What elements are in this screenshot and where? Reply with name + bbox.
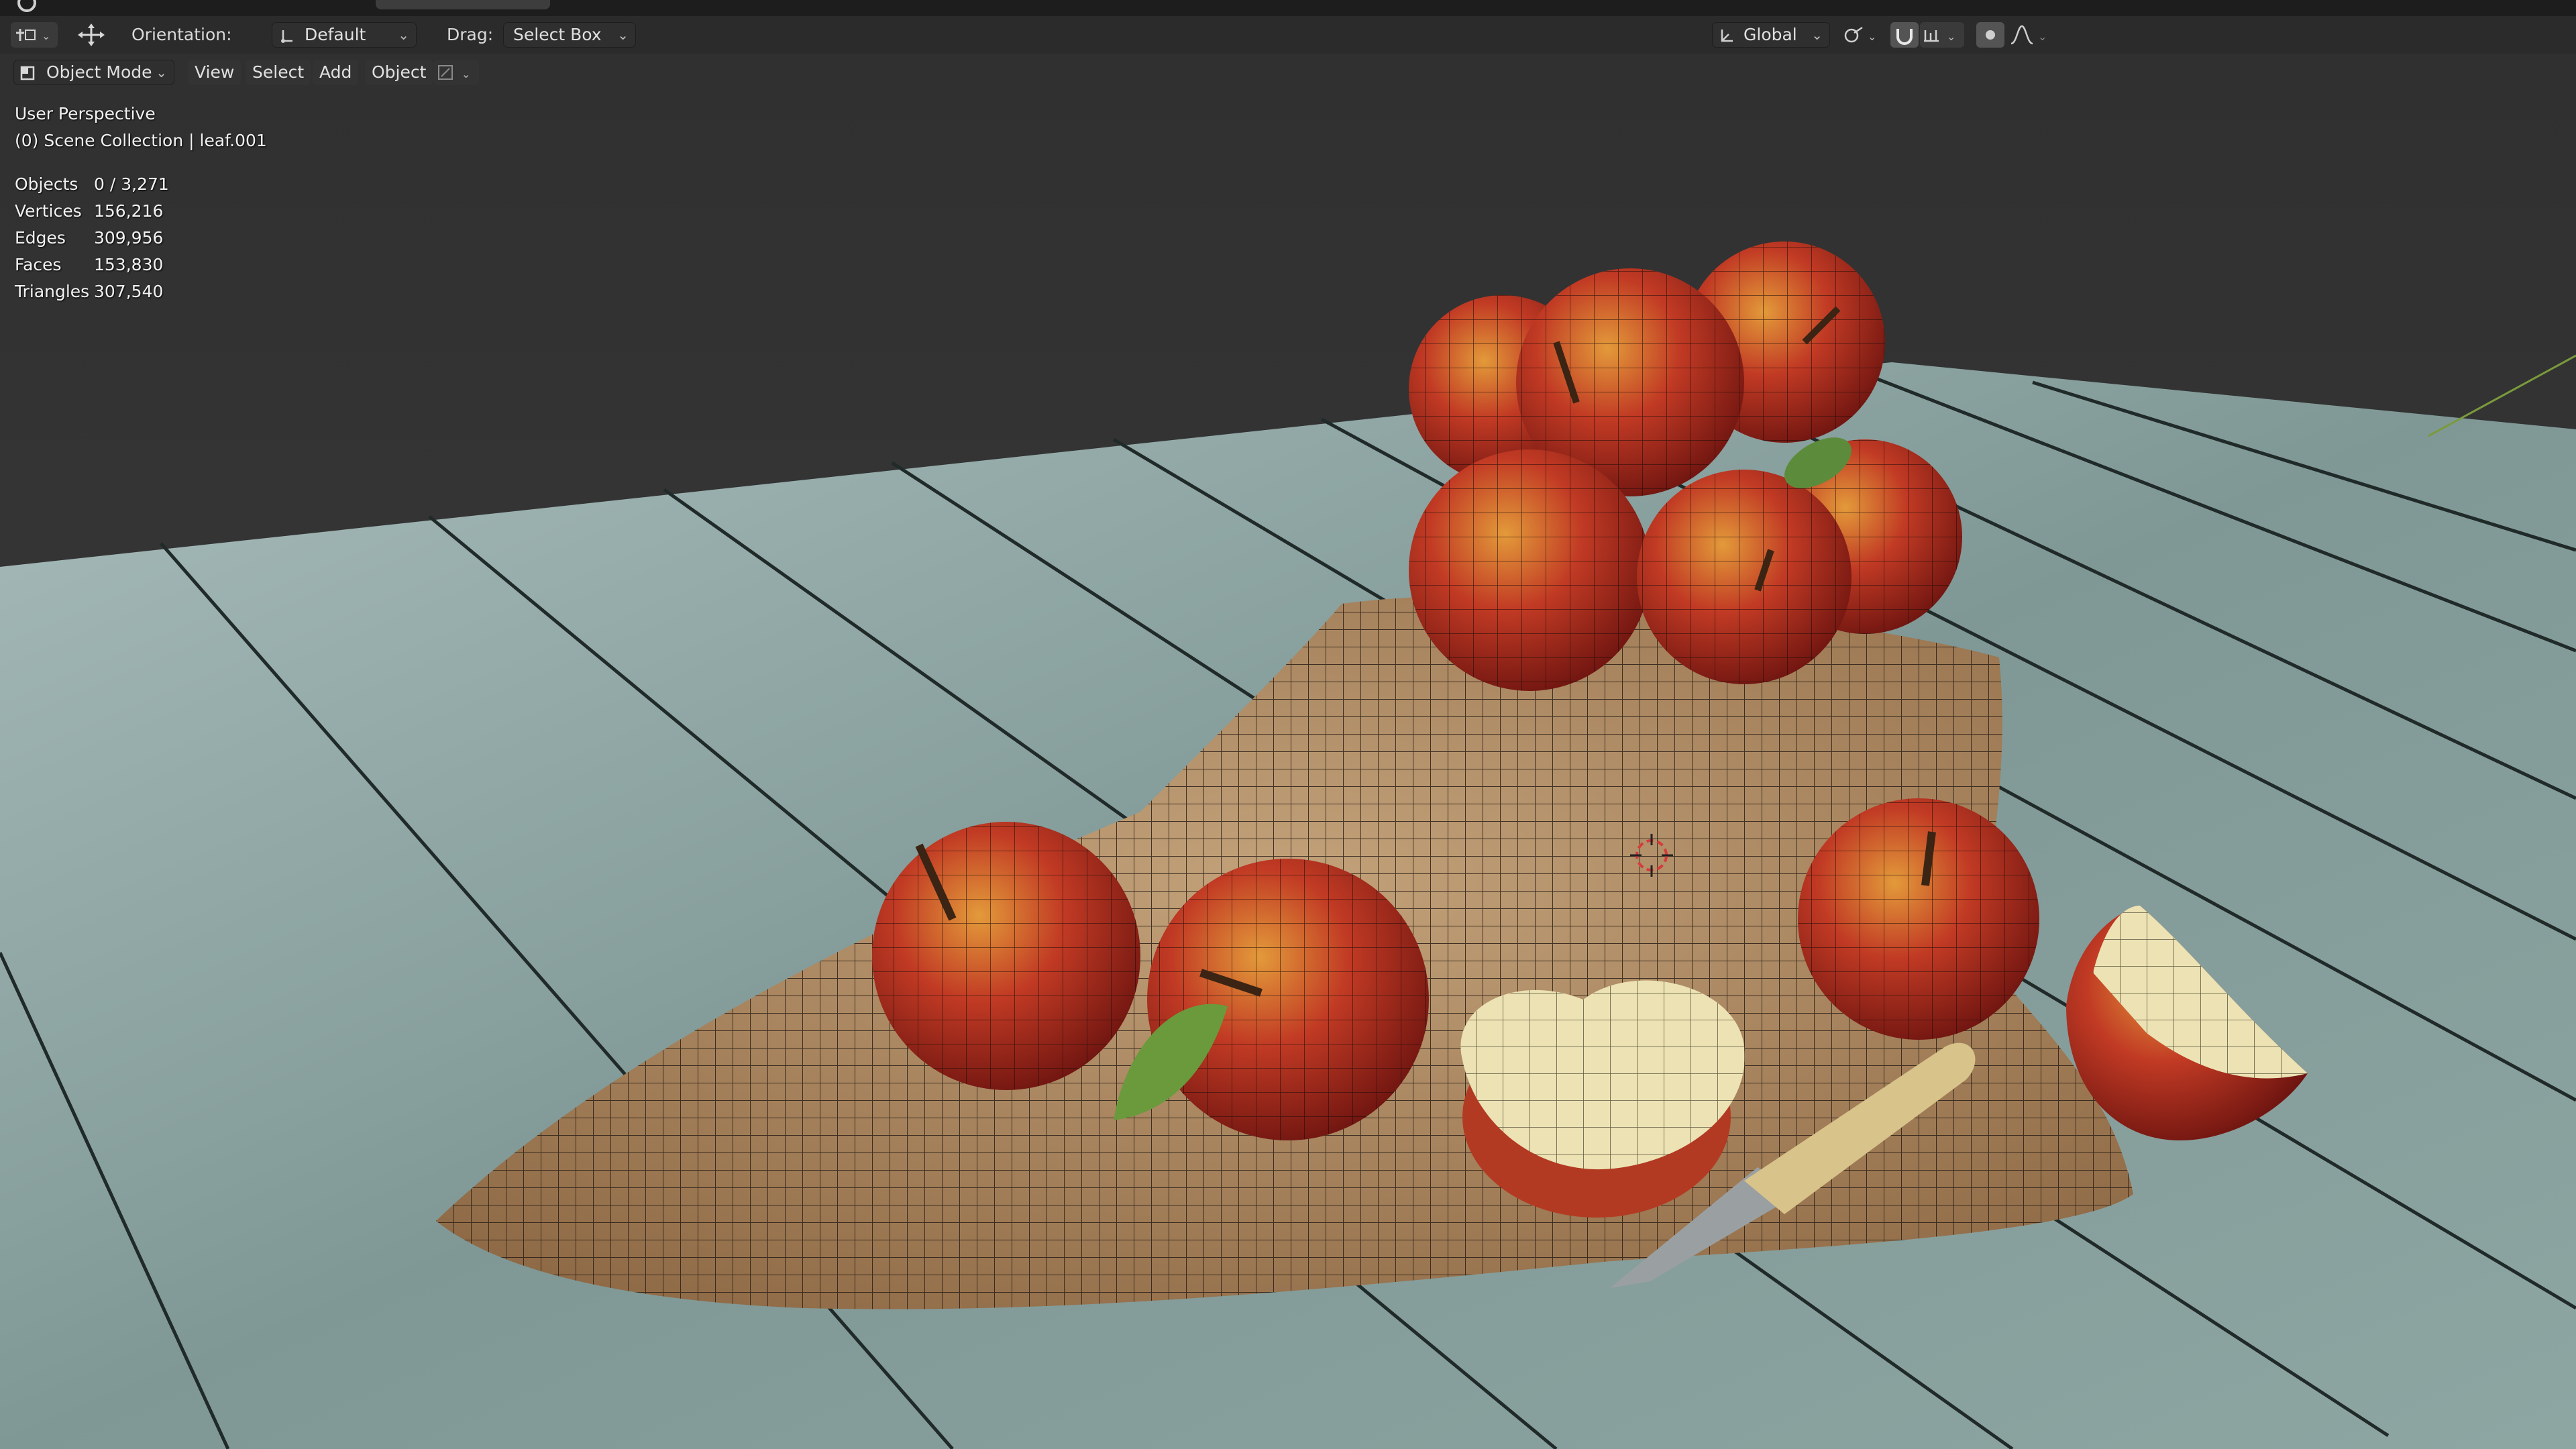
drag-label: Drag: xyxy=(447,25,494,44)
tool-settings-header: ⌄ Orientation: Default ⌄ Drag: Select Bo… xyxy=(0,16,2576,54)
stats-key: Objects xyxy=(15,174,78,194)
snap-toggle-button[interactable] xyxy=(1890,22,1919,48)
transform-space-value: Global xyxy=(1743,25,1797,44)
chevron-down-icon: ⌄ xyxy=(156,64,167,80)
stats-value: 309,956 xyxy=(94,228,164,248)
collection-label: (0) Scene Collection | leaf.001 xyxy=(15,131,267,150)
transform-tool-icon: ⌄ xyxy=(16,29,50,42)
svg-text:⌄: ⌄ xyxy=(1947,30,1955,43)
global-axes-icon xyxy=(1721,30,1733,42)
3d-viewport[interactable] xyxy=(0,54,2576,1449)
orientation-value: Default xyxy=(305,25,366,44)
orientation-icon xyxy=(281,30,292,43)
menu-add[interactable]: Add xyxy=(313,60,359,85)
visibility-icon: ⌄ xyxy=(438,65,470,80)
menu-view[interactable]: View xyxy=(188,60,241,85)
drag-value: Select Box xyxy=(513,25,602,44)
scene-render xyxy=(0,54,2576,1449)
viewport-info-overlay: User Perspective (0) Scene Collection | … xyxy=(15,101,267,154)
top-menu-bar xyxy=(0,0,2576,16)
snap-target-button[interactable]: ⌄ xyxy=(1920,22,1964,48)
falloff-button[interactable]: ⌄ xyxy=(2007,22,2054,48)
mode-value: Object Mode xyxy=(46,62,152,82)
chevron-down-icon: ⌄ xyxy=(1811,27,1823,43)
viewport-header: Object Mode ⌄ View Select Add Object ⌄ xyxy=(0,54,2576,91)
falloff-curve-icon: ⌄ xyxy=(2010,25,2047,45)
proportional-edit-button[interactable] xyxy=(1976,22,2004,48)
transform-tool-button[interactable]: ⌄ xyxy=(11,22,58,48)
snap-link-icon: ⌄ xyxy=(1844,26,1876,43)
apple-pile xyxy=(1409,241,1962,691)
orientation-dropdown[interactable]: Default ⌄ xyxy=(272,22,417,48)
stats-key: Edges xyxy=(15,228,66,248)
svg-text:⌄: ⌄ xyxy=(2038,30,2047,43)
drag-dropdown[interactable]: Select Box ⌄ xyxy=(503,22,636,48)
svg-text:⌄: ⌄ xyxy=(462,68,470,80)
menu-object[interactable]: Object xyxy=(365,60,433,85)
stats-value: 153,830 xyxy=(94,255,164,274)
object-type-visibility-button[interactable]: ⌄ xyxy=(433,60,479,85)
chevron-down-icon: ⌄ xyxy=(617,27,629,43)
chevron-down-icon: ⌄ xyxy=(398,27,409,43)
menu-select[interactable]: Select xyxy=(246,60,311,85)
blender-logo-icon[interactable] xyxy=(17,0,36,12)
move-gizmo-button[interactable] xyxy=(70,22,113,48)
mode-dropdown[interactable]: Object Mode ⌄ xyxy=(13,60,174,85)
stats-key: Faces xyxy=(15,255,62,274)
pivot-point-button[interactable]: ⌄ xyxy=(1839,22,1884,48)
stats-value: 156,216 xyxy=(94,201,164,221)
svg-text:⌄: ⌄ xyxy=(42,30,50,42)
proportional-edit-icon xyxy=(1986,30,1995,40)
svg-text:⌄: ⌄ xyxy=(1868,30,1876,43)
snap-magnet-icon xyxy=(1896,29,1913,45)
snap-increment-icon: ⌄ xyxy=(1924,30,1955,43)
stats-key: Vertices xyxy=(15,201,82,221)
stats-value: 0 / 3,271 xyxy=(94,174,169,194)
workspace-tab[interactable] xyxy=(376,0,550,9)
object-mode-icon xyxy=(20,66,35,80)
move-gizmo-icon xyxy=(78,23,105,46)
orientation-label: Orientation: xyxy=(131,25,232,44)
transform-space-dropdown[interactable]: Global ⌄ xyxy=(1712,22,1830,48)
stats-key: Triangles xyxy=(15,282,90,301)
perspective-label: User Perspective xyxy=(15,104,156,123)
stats-value: 307,540 xyxy=(94,282,164,301)
